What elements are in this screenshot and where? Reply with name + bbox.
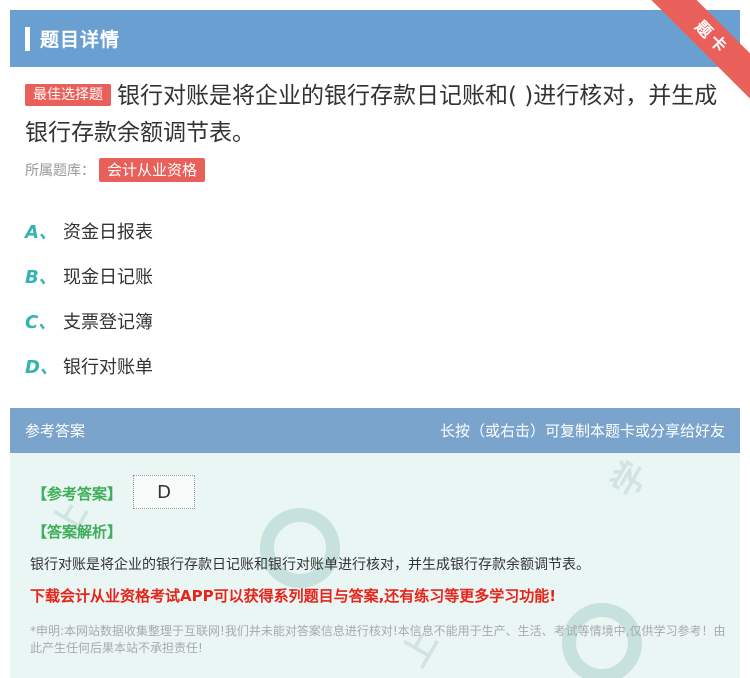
answer-section-body: 上 学 上 【参考答案】 D 【答案解析】 银行对账是将企业的银行存款日记账和银… xyxy=(10,453,740,678)
option-d[interactable]: D、 银行对账单 xyxy=(25,343,153,388)
page-title: 题目详情 xyxy=(40,29,121,51)
share-hint: 长按（或右击）可复制本题卡或分享给好友 xyxy=(439,422,725,440)
option-list: A、 资金日报表 B、 现金日记账 C、 支票登记簿 D、 银行对账单 xyxy=(25,208,153,388)
category-badge[interactable]: 会计从业资格 xyxy=(99,158,206,182)
answer-label: 【参考答案】 xyxy=(32,485,123,503)
option-c[interactable]: C、 支票登记簿 xyxy=(25,298,153,343)
question-card: 题目详情 题卡 最佳选择题 银行对账是将企业的银行存款日记账和( )进行核对，并生… xyxy=(0,0,750,678)
question-text: 银行对账是将企业的银行存款日记账和( )进行核对，并生成银行存款余额调节表。 xyxy=(25,83,718,146)
option-text: 支票登记簿 xyxy=(63,311,153,333)
question-stem: 最佳选择题 银行对账是将企业的银行存款日记账和( )进行核对，并生成银行存款余额调… xyxy=(25,78,725,152)
option-text: 资金日报表 xyxy=(63,221,153,243)
question-category: 所属题库： 会计从业资格 xyxy=(25,158,211,182)
header-accent-bar xyxy=(25,26,30,51)
option-a[interactable]: A、 资金日报表 xyxy=(25,208,153,253)
option-b[interactable]: B、 现金日记账 xyxy=(25,253,153,298)
answer-section-header: 参考答案 长按（或右击）可复制本题卡或分享给好友 xyxy=(10,408,740,453)
answer-section-title: 参考答案 xyxy=(25,422,86,440)
answer-value: D xyxy=(133,475,195,509)
option-letter: B、 xyxy=(25,266,57,288)
watermark-logo xyxy=(260,508,340,588)
option-letter: A、 xyxy=(25,221,57,243)
app-promo-link[interactable]: 下载会计从业资格考试APP可以获得系列题目与答案,还有练习等更多学习功能! xyxy=(30,585,730,606)
option-letter: D、 xyxy=(25,356,58,378)
disclaimer-text: *申明:本网站数据收集整理于互联网!我们并未能对答案信息进行核对!本信息不能用于… xyxy=(30,624,726,655)
explanation-label: 【答案解析】 xyxy=(32,523,123,541)
option-text: 银行对账单 xyxy=(63,356,153,378)
option-letter: C、 xyxy=(25,311,57,333)
page-header: 题目详情 xyxy=(10,10,740,67)
category-label: 所属题库： xyxy=(25,163,95,179)
option-text: 现金日记账 xyxy=(63,266,153,288)
explanation-text: 银行对账是将企业的银行存款日记账和银行对账单进行核对，并生成银行存款余额调节表。 xyxy=(30,557,590,573)
question-type-badge: 最佳选择题 xyxy=(25,84,111,106)
watermark-text: 学 xyxy=(604,454,656,504)
